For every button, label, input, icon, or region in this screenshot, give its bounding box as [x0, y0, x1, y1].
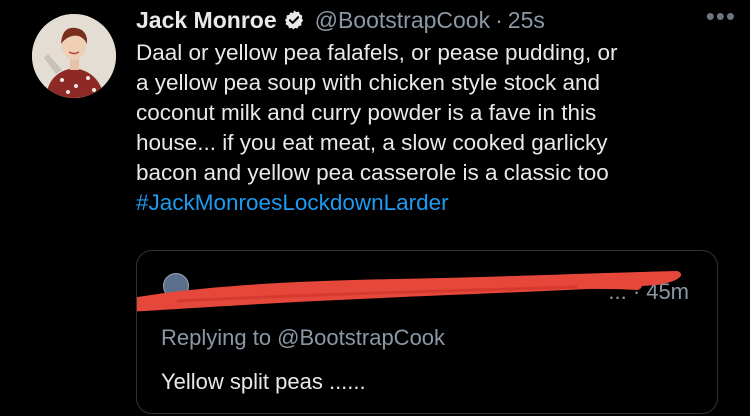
tweet-line: a yellow pea soup with chicken style sto…	[136, 70, 600, 95]
quoted-author-avatar[interactable]	[163, 273, 189, 299]
author-avatar[interactable]	[32, 14, 116, 98]
quoted-tweet[interactable]: ... · 45m Replying to @BootstrapCook Yell…	[136, 250, 718, 414]
more-horizontal-icon[interactable]: •••	[706, 3, 736, 29]
quoted-time-group: ... · 45m	[608, 279, 689, 305]
avatar-image	[32, 14, 116, 98]
quoted-name-fragment: ...	[608, 279, 627, 304]
author-handle[interactable]: @BootstrapCook	[315, 7, 491, 34]
tweet-line: Daal or yellow pea falafels, or pease pu…	[136, 40, 618, 65]
quoted-tweet-text: Yellow split peas ......	[161, 369, 366, 394]
tweet-timestamp[interactable]: 25s	[508, 7, 545, 34]
separator-dot: ·	[632, 279, 641, 304]
tweet-line: coconut milk and curry powder is a fave …	[136, 100, 597, 125]
hashtag-link[interactable]: #JackMonroesLockdownLarder	[136, 188, 736, 218]
tweet-line: bacon and yellow pea casserole is a clas…	[136, 160, 609, 185]
tweet-line: house... if you eat meat, a slow cooked …	[136, 130, 608, 155]
quoted-timestamp[interactable]: 45m	[646, 279, 689, 304]
replying-to-label[interactable]: Replying to @BootstrapCook	[161, 325, 445, 351]
tweet-header: Jack Monroe @BootstrapCook · 25s	[136, 4, 730, 36]
author-name[interactable]: Jack Monroe	[136, 7, 277, 34]
verified-badge-icon	[283, 9, 305, 31]
separator-dot: ·	[495, 6, 503, 33]
tweet-text: Daal or yellow pea falafels, or pease pu…	[136, 38, 736, 218]
